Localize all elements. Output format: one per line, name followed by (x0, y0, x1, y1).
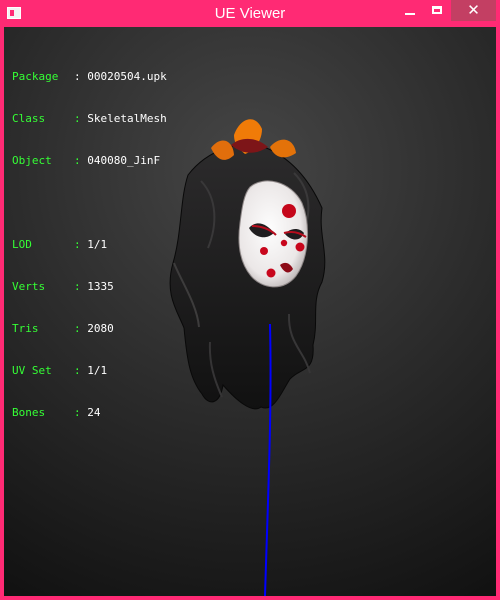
minimize-button[interactable] (397, 0, 423, 21)
skeletal-mesh-render[interactable] (4, 27, 496, 596)
kitsune-mask (238, 180, 308, 288)
title-bar[interactable]: UE Viewer ✕ (0, 0, 500, 27)
maximize-icon (432, 6, 442, 14)
close-icon: ✕ (467, 2, 480, 19)
3d-viewport[interactable]: Package: 00020504.upk Class: SkeletalMes… (4, 27, 496, 596)
app-window: UE Viewer ✕ Package: 00020504.upk Class:… (0, 0, 500, 600)
close-button[interactable]: ✕ (451, 0, 496, 21)
hair-mesh (169, 143, 326, 410)
maximize-button[interactable] (424, 0, 450, 21)
minimize-icon (405, 13, 415, 15)
